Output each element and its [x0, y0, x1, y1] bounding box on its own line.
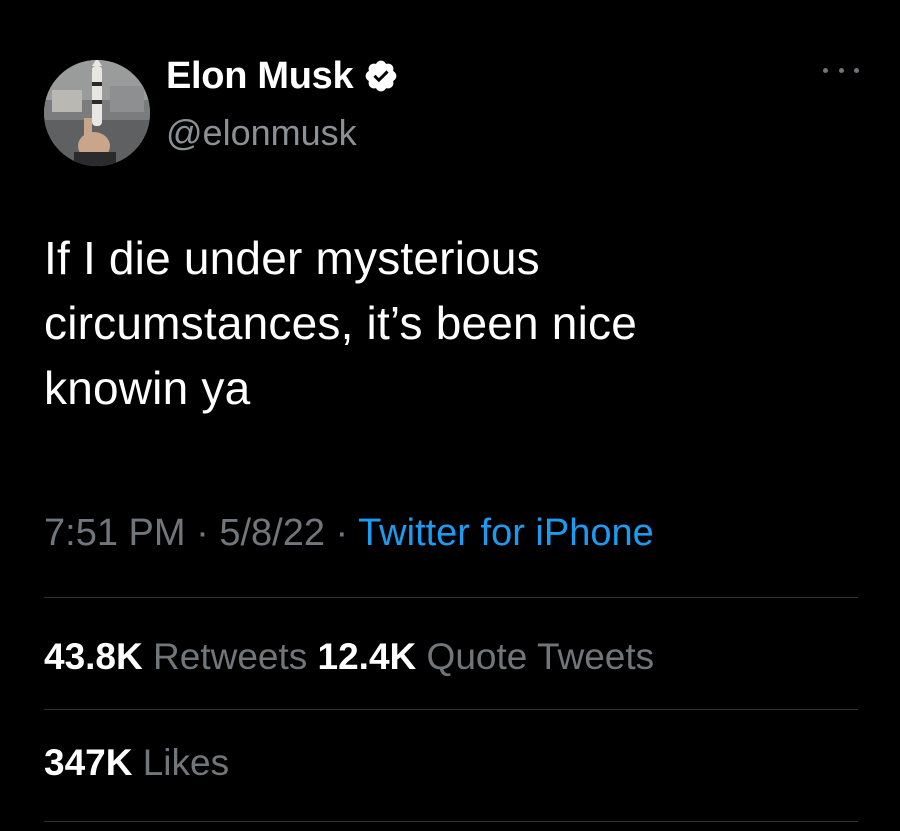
divider	[44, 821, 858, 822]
tweet-text-line: If I die under mysterious	[44, 232, 540, 284]
likes-stats-row: 347K Likes	[44, 742, 229, 784]
tweet-time[interactable]: 7:51 PM	[44, 512, 186, 554]
quote-tweets-count: 12.4K	[317, 636, 417, 677]
meta-separator: ·	[185, 512, 220, 554]
tweet-detail: Elon Musk @elonmusk If I die under myste…	[0, 0, 900, 831]
likes-label: Likes	[142, 742, 230, 783]
tweet-text-line: knowin ya	[44, 362, 251, 414]
divider	[44, 709, 858, 710]
author-handle[interactable]: @elonmusk	[166, 112, 357, 154]
meta-separator: ·	[324, 512, 359, 554]
divider	[44, 597, 858, 598]
tweet-source-link[interactable]: Twitter for iPhone	[358, 512, 654, 554]
retweets-stat[interactable]: 43.8K Retweets	[44, 636, 307, 677]
verified-badge-icon	[363, 58, 399, 94]
avatar[interactable]	[44, 60, 150, 166]
tweet-metadata: 7:51 PM · 5/8/22 · Twitter for iPhone	[44, 512, 654, 555]
tweet-text: If I die under mysterious circumstances,…	[44, 226, 844, 421]
quote-tweets-stat[interactable]: 12.4K Quote Tweets	[318, 636, 655, 677]
author-name-row[interactable]: Elon Musk	[166, 55, 399, 98]
avatar-image	[44, 60, 150, 166]
retweets-label: Retweets	[153, 636, 308, 677]
quote-tweets-label: Quote Tweets	[426, 636, 655, 677]
likes-count: 347K	[44, 742, 133, 783]
engagement-stats-row: 43.8K Retweets 12.4K Quote Tweets	[44, 636, 654, 678]
retweets-count: 43.8K	[44, 636, 143, 677]
tweet-text-line: circumstances, it’s been nice	[44, 297, 637, 349]
author-display-name[interactable]: Elon Musk	[166, 55, 354, 98]
tweet-date[interactable]: 5/8/22	[219, 512, 325, 554]
likes-stat[interactable]: 347K Likes	[44, 742, 229, 783]
more-options-icon[interactable]	[823, 62, 859, 78]
